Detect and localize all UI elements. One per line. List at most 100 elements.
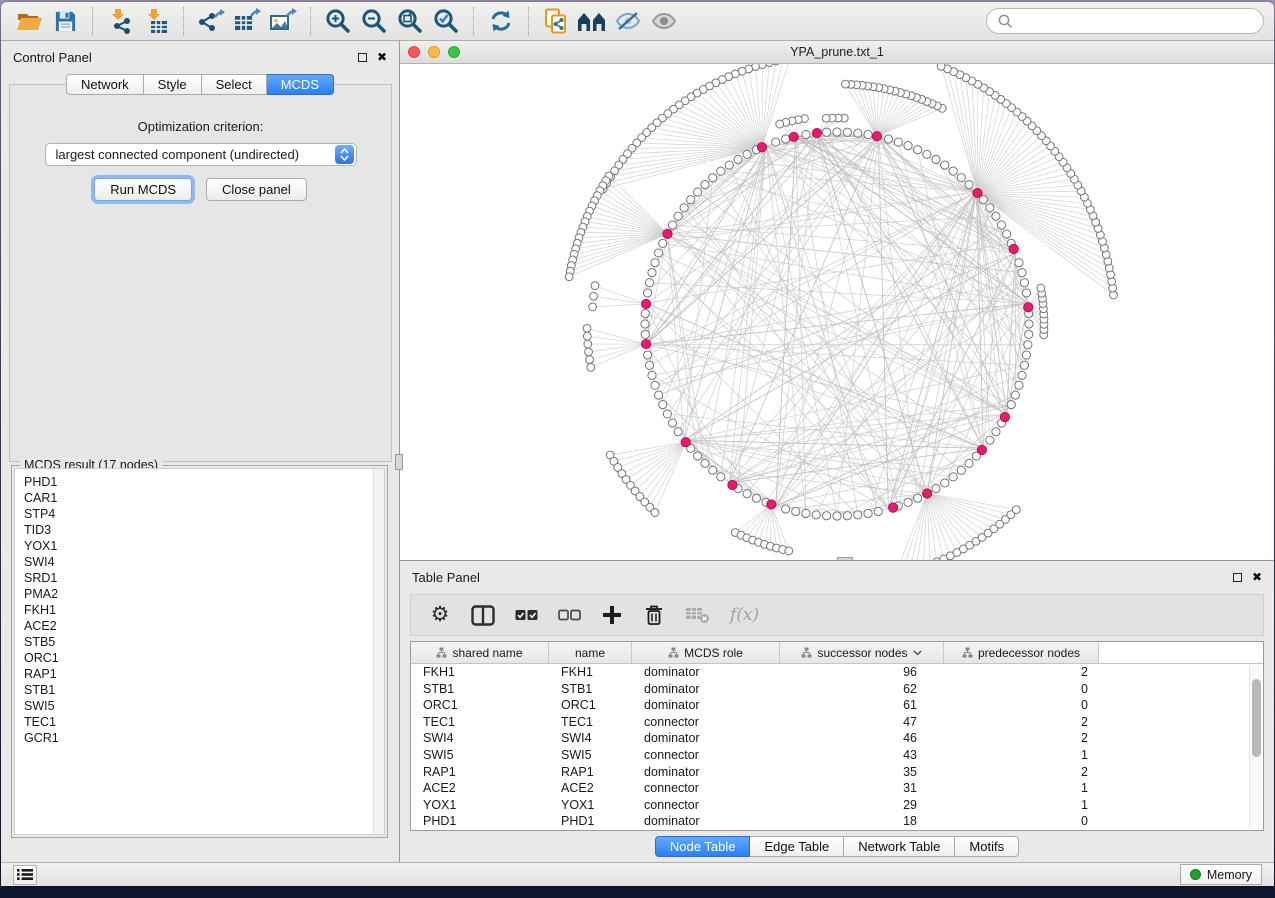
table-cell: 61 [780, 697, 944, 714]
tab-style[interactable]: Style [144, 74, 202, 95]
mcds-result-item[interactable]: TID3 [15, 522, 384, 538]
table-cell: FKH1 [549, 664, 632, 681]
delete-icon[interactable] [643, 602, 665, 628]
mcds-result-item[interactable]: CAR1 [15, 490, 384, 506]
column-header-name[interactable]: name [549, 642, 632, 663]
table-cell: STB1 [549, 681, 632, 698]
zoom-selected-icon[interactable] [428, 6, 464, 36]
mcds-result-item[interactable]: PHD1 [15, 474, 384, 490]
horizontal-splitter-handle[interactable] [837, 557, 853, 560]
zoom-fit-icon[interactable] [392, 6, 428, 36]
hide-selected-icon[interactable] [610, 6, 646, 36]
show-columns-icon[interactable] [471, 602, 495, 628]
refresh-layout-icon[interactable] [483, 6, 519, 36]
mcds-result-item[interactable]: SRD1 [15, 570, 384, 586]
network-window-title: YPA_prune.txt_1 [400, 45, 1274, 59]
network-from-selection-icon[interactable] [538, 6, 574, 36]
task-history-icon[interactable] [13, 865, 37, 885]
memory-button[interactable]: Memory [1180, 864, 1262, 885]
export-table-icon[interactable] [229, 6, 265, 36]
table-cell: connector [632, 714, 780, 731]
search-input[interactable] [986, 8, 1264, 34]
mcds-result-item[interactable]: SWI4 [15, 554, 384, 570]
mcds-list-scrollbar[interactable] [373, 469, 384, 834]
application-window: Control Panel ✖ Network Style Select MCD… [1, 2, 1274, 886]
node-table-body: FKH1FKH1dominator962STB1STB1dominator620… [411, 664, 1263, 830]
network-window-titlebar[interactable]: YPA_prune.txt_1 [400, 41, 1274, 64]
table-panel: Table Panel ✖ ⚙ [400, 560, 1274, 862]
tab-select[interactable]: Select [202, 74, 267, 95]
tab-network-table[interactable]: Network Table [844, 836, 955, 857]
table-row[interactable]: RAP1RAP1dominator352 [411, 764, 1263, 781]
settings-gear-icon[interactable]: ⚙ [429, 602, 451, 628]
open-session-icon[interactable] [11, 6, 47, 36]
mcds-result-item[interactable]: STP4 [15, 506, 384, 522]
mcds-result-item[interactable]: RAP1 [15, 666, 384, 682]
mcds-result-item[interactable]: GCR1 [15, 730, 384, 746]
float-table-panel-icon[interactable] [1233, 573, 1242, 582]
function-builder-icon[interactable]: f(x) [730, 602, 759, 628]
table-row[interactable]: SWI4SWI4dominator462 [411, 730, 1263, 747]
run-mcds-button[interactable]: Run MCDS [94, 178, 192, 201]
mcds-result-item[interactable]: STB1 [15, 682, 384, 698]
mcds-result-item[interactable]: STB5 [15, 634, 384, 650]
export-network-icon[interactable] [193, 6, 229, 36]
toolbar-separator [92, 7, 93, 35]
memory-label: Memory [1207, 868, 1252, 882]
network-canvas[interactable] [400, 64, 1274, 560]
column-header-shared-name[interactable]: shared name [411, 642, 549, 663]
tab-node-table[interactable]: Node Table [655, 836, 751, 857]
mcds-result-item[interactable]: YOX1 [15, 538, 384, 554]
table-row[interactable]: FKH1FKH1dominator962 [411, 664, 1263, 681]
table-row[interactable]: ACE2ACE2connector311 [411, 780, 1263, 797]
select-all-icon[interactable] [515, 602, 538, 628]
close-panel-icon[interactable]: ✖ [377, 52, 387, 62]
zoom-in-icon[interactable] [320, 6, 356, 36]
table-row[interactable]: YOX1YOX1connector291 [411, 797, 1263, 814]
tab-mcds[interactable]: MCDS [267, 74, 334, 95]
criterion-dropdown[interactable]: largest connected component (undirected) [45, 143, 357, 166]
column-header-MCDS-role[interactable]: MCDS role [632, 642, 780, 663]
add-icon[interactable] [601, 602, 623, 628]
mcds-result-item[interactable]: FKH1 [15, 602, 384, 618]
table-scrollbar[interactable] [1249, 665, 1262, 829]
table-row[interactable]: STB1STB1dominator620 [411, 681, 1263, 698]
table-panel-tabs: Node Table Edge Table Network Table Moti… [410, 836, 1264, 857]
table-cell: SWI4 [549, 730, 632, 747]
table-row[interactable]: SWI5SWI5connector431 [411, 747, 1263, 764]
show-all-icon[interactable] [646, 6, 682, 36]
close-table-panel-icon[interactable]: ✖ [1252, 572, 1262, 582]
zoom-out-icon[interactable] [356, 6, 392, 36]
table-row[interactable]: PHD1PHD1dominator180 [411, 813, 1263, 830]
mcds-result-item[interactable]: SWI5 [15, 698, 384, 714]
tree-hierarchy-icon [668, 647, 679, 658]
import-table-icon[interactable] [138, 6, 174, 36]
node-table[interactable]: shared namenameMCDS rolesuccessor nodesp… [410, 641, 1264, 831]
tab-motifs[interactable]: Motifs [955, 836, 1019, 857]
mcds-result-item[interactable]: TEC1 [15, 714, 384, 730]
mcds-result-item[interactable]: ACE2 [15, 618, 384, 634]
mcds-result-item[interactable]: PMA2 [15, 586, 384, 602]
table-cell: SWI4 [411, 730, 549, 747]
table-cell: 1 [944, 797, 1099, 814]
deselect-all-icon[interactable] [558, 602, 581, 628]
table-cell: 18 [780, 813, 944, 830]
first-neighbors-icon[interactable] [574, 6, 610, 36]
export-image-icon[interactable] [265, 6, 301, 36]
column-header-successor-nodes[interactable]: successor nodes [780, 642, 944, 663]
table-cell: SWI5 [549, 747, 632, 764]
tab-edge-table[interactable]: Edge Table [750, 836, 844, 857]
mcds-result-item[interactable]: ORC1 [15, 650, 384, 666]
table-row[interactable]: ORC1ORC1dominator610 [411, 697, 1263, 714]
close-panel-button[interactable]: Close panel [206, 178, 307, 201]
table-row[interactable]: TEC1TEC1connector472 [411, 714, 1263, 731]
vertical-splitter-handle[interactable] [395, 454, 403, 470]
import-network-icon[interactable] [102, 6, 138, 36]
delete-table-icon[interactable] [685, 602, 710, 628]
tab-network[interactable]: Network [66, 74, 144, 95]
column-header-predecessor-nodes[interactable]: predecessor nodes [944, 642, 1099, 663]
save-session-icon[interactable] [47, 6, 83, 36]
mcds-result-listbox[interactable]: PHD1CAR1STP4TID3YOX1SWI4SRD1PMA2FKH1ACE2… [14, 468, 385, 835]
table-scrollbar-thumb[interactable] [1252, 679, 1261, 757]
float-panel-icon[interactable] [358, 53, 367, 62]
